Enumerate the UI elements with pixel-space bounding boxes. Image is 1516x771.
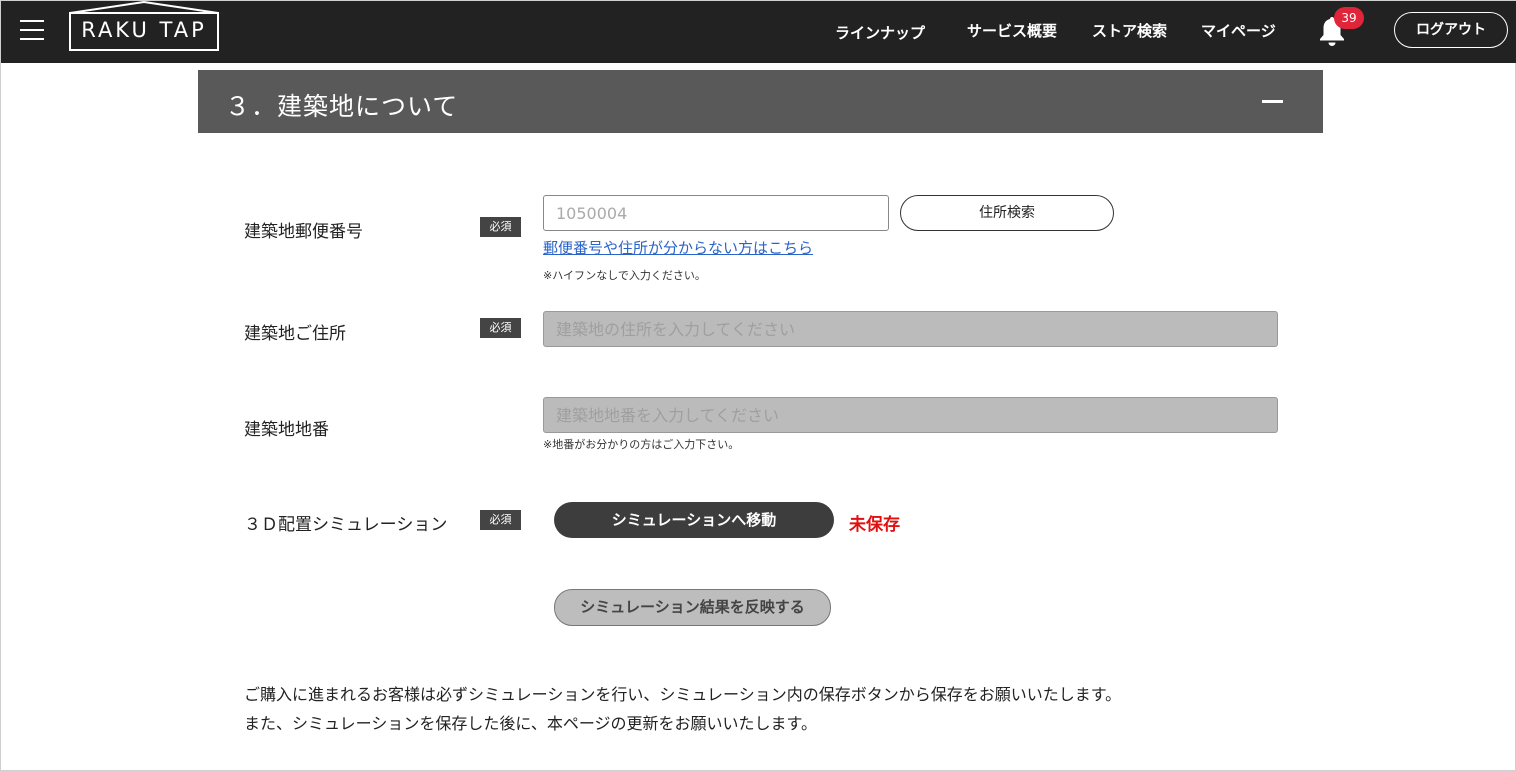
lot-number-label: 建築地地番: [244, 420, 329, 440]
hamburger-menu-icon[interactable]: [20, 20, 44, 40]
unsaved-status: 未保存: [849, 515, 900, 535]
lot-number-note: ※地番がお分かりの方はご入力下さい。: [543, 438, 740, 451]
address-search-button[interactable]: 住所検索: [900, 195, 1114, 231]
top-navigation-bar: RAKU TAP ラインナップ サービス概要 ストア検索 マイページ 39 ログ…: [1, 1, 1516, 63]
logo-text: RAKU TAP: [81, 18, 207, 42]
address-input[interactable]: [543, 311, 1278, 347]
address-label: 建築地ご住所: [244, 324, 346, 344]
postal-code-note: ※ハイフンなしで入力ください。: [543, 269, 706, 282]
go-to-simulation-button[interactable]: シミュレーションへ移動: [554, 502, 834, 538]
instruction-message-line-1: ご購入に進まれるお客様は必ずシミュレーションを行い、シミュレーション内の保存ボタ…: [244, 685, 1122, 704]
logout-button[interactable]: ログアウト: [1394, 12, 1508, 48]
simulation-label: ３Ｄ配置シミュレーション: [244, 515, 448, 535]
raku-tap-logo[interactable]: RAKU TAP: [69, 1, 219, 51]
nav-store-search[interactable]: ストア検索: [1092, 20, 1167, 41]
nav-my-page[interactable]: マイページ: [1201, 20, 1276, 41]
postal-code-label: 建築地郵便番号: [244, 222, 363, 242]
apply-simulation-button[interactable]: シミュレーション結果を反映する: [554, 589, 831, 626]
lot-number-input[interactable]: [543, 397, 1278, 433]
required-badge: 必須: [480, 217, 521, 237]
section-header[interactable]: ３．建築地について: [198, 70, 1323, 133]
nav-service-overview[interactable]: サービス概要: [967, 20, 1057, 41]
instruction-message-line-2: また、シミュレーションを保存した後に、本ページの更新をお願いいたします。: [244, 714, 817, 733]
collapse-minus-icon[interactable]: [1262, 100, 1283, 103]
notification-count-badge: 39: [1334, 7, 1364, 29]
postal-help-link[interactable]: 郵便番号や住所が分からない方はこちら: [543, 237, 813, 258]
required-badge: 必須: [480, 318, 521, 338]
postal-code-input[interactable]: [543, 195, 889, 231]
required-badge: 必須: [480, 510, 521, 530]
nav-lineup[interactable]: ラインナップ: [835, 22, 925, 43]
section-title: ３．建築地について: [225, 92, 459, 121]
